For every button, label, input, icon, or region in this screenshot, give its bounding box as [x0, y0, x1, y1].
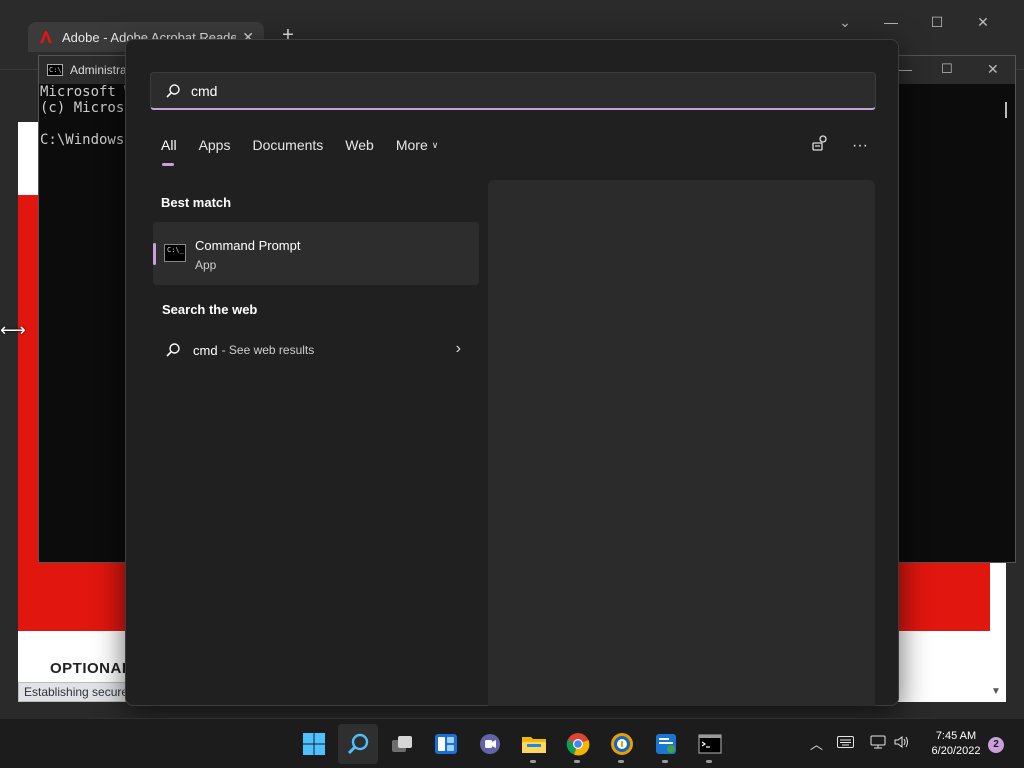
minimize-button[interactable]: —	[876, 14, 906, 30]
web-suffix: - See web results	[221, 343, 315, 357]
tab-documents[interactable]: Documents	[252, 137, 323, 153]
selection-indicator	[153, 243, 156, 265]
web-query: cmd	[193, 342, 218, 358]
cmd-line: (c) Microso	[40, 100, 133, 116]
teams-chat-button[interactable]	[470, 724, 510, 764]
more-options-icon[interactable]: ···	[852, 137, 868, 155]
search-tabs: All Apps Documents Web More ∨	[161, 137, 460, 166]
command-prompt-icon: C:\_	[164, 244, 186, 262]
web-search-result[interactable]: cmd - See web results ›	[153, 334, 479, 366]
chevron-down-icon: ∨	[431, 140, 439, 150]
cmd-close-button[interactable]: ✕	[987, 61, 999, 78]
shield-app-button[interactable]	[602, 724, 642, 764]
tab-apps[interactable]: Apps	[199, 137, 231, 153]
blue-app-button[interactable]	[646, 724, 686, 764]
maximize-button[interactable]: ☐	[922, 14, 952, 31]
app-type: App	[195, 258, 217, 272]
search-flyout: All Apps Documents Web More∨ ··· Best ma…	[125, 39, 899, 706]
network-icon[interactable]	[869, 735, 887, 752]
cmd-scrollbar[interactable]	[1005, 102, 1007, 118]
notification-badge[interactable]: 2	[988, 737, 1004, 753]
running-indicator	[618, 760, 624, 763]
search-box[interactable]	[150, 72, 876, 110]
tab-all[interactable]: All	[161, 137, 177, 166]
task-view-button[interactable]	[382, 724, 422, 764]
clock[interactable]: 7:45 AM 6/20/2022	[920, 729, 992, 759]
chevron-up-icon[interactable]: ︿	[810, 734, 823, 753]
command-prompt-icon	[698, 734, 722, 754]
tab-more[interactable]: More ∨	[396, 137, 439, 153]
tab-web[interactable]: Web	[345, 137, 374, 153]
file-explorer-button[interactable]	[514, 724, 554, 764]
running-indicator	[662, 760, 668, 763]
running-indicator	[574, 760, 580, 763]
adobe-pdf-icon	[40, 31, 52, 43]
widgets-icon	[435, 734, 457, 754]
cmd-minimize-button[interactable]: —	[899, 62, 912, 77]
search-icon	[347, 733, 369, 755]
search-input[interactable]	[191, 82, 791, 99]
account-switch-icon[interactable]	[812, 134, 830, 157]
clock-time: 7:45 AM	[935, 730, 977, 742]
start-icon	[303, 733, 325, 755]
best-match-item[interactable]: C:\_ Command Prompt App	[153, 222, 479, 285]
chrome-button[interactable]	[558, 724, 598, 764]
taskbar-search-button[interactable]	[338, 724, 378, 764]
keyboard-icon[interactable]	[837, 736, 854, 751]
app-blue-icon	[656, 734, 676, 754]
scroll-down-arrow[interactable]: ▼	[991, 686, 1001, 697]
start-button[interactable]	[294, 724, 334, 764]
widgets-button[interactable]	[426, 724, 466, 764]
search-actions: ···	[790, 134, 868, 157]
page-heading: OPTIONAL	[50, 660, 132, 677]
chevron-right-icon[interactable]: ›	[456, 340, 461, 358]
cmd-maximize-button[interactable]: ☐	[941, 61, 953, 77]
cmd-line: Microsoft W	[40, 84, 133, 100]
taskbar: ︿ 7:45 AM 6/20/2022 2	[0, 718, 1024, 768]
best-match-heading: Best match	[161, 195, 232, 210]
app-name: Command Prompt	[195, 238, 301, 253]
running-indicator	[530, 760, 536, 763]
cmd-line: C:\Windows\	[40, 132, 133, 148]
search-icon	[166, 343, 180, 357]
task-view-icon	[392, 736, 412, 752]
search-icon	[166, 83, 180, 98]
teams-chat-icon	[480, 734, 500, 754]
chevron-down-icon[interactable]: ⌄	[830, 14, 860, 31]
preview-pane	[488, 180, 875, 706]
clock-date: 6/20/2022	[931, 745, 981, 757]
cmd-icon: C:\	[47, 64, 63, 76]
volume-icon[interactable]	[893, 735, 911, 752]
app-shield-icon	[611, 733, 633, 755]
resize-cursor-icon: ⟷	[0, 320, 26, 340]
close-window-button[interactable]: ✕	[968, 14, 998, 31]
command-prompt-taskbar-button[interactable]	[690, 724, 730, 764]
file-explorer-icon	[522, 737, 546, 753]
chrome-icon	[566, 733, 590, 756]
tab-more-label: More	[395, 137, 428, 153]
web-search-heading: Search the web	[162, 302, 258, 317]
running-indicator	[706, 760, 712, 763]
